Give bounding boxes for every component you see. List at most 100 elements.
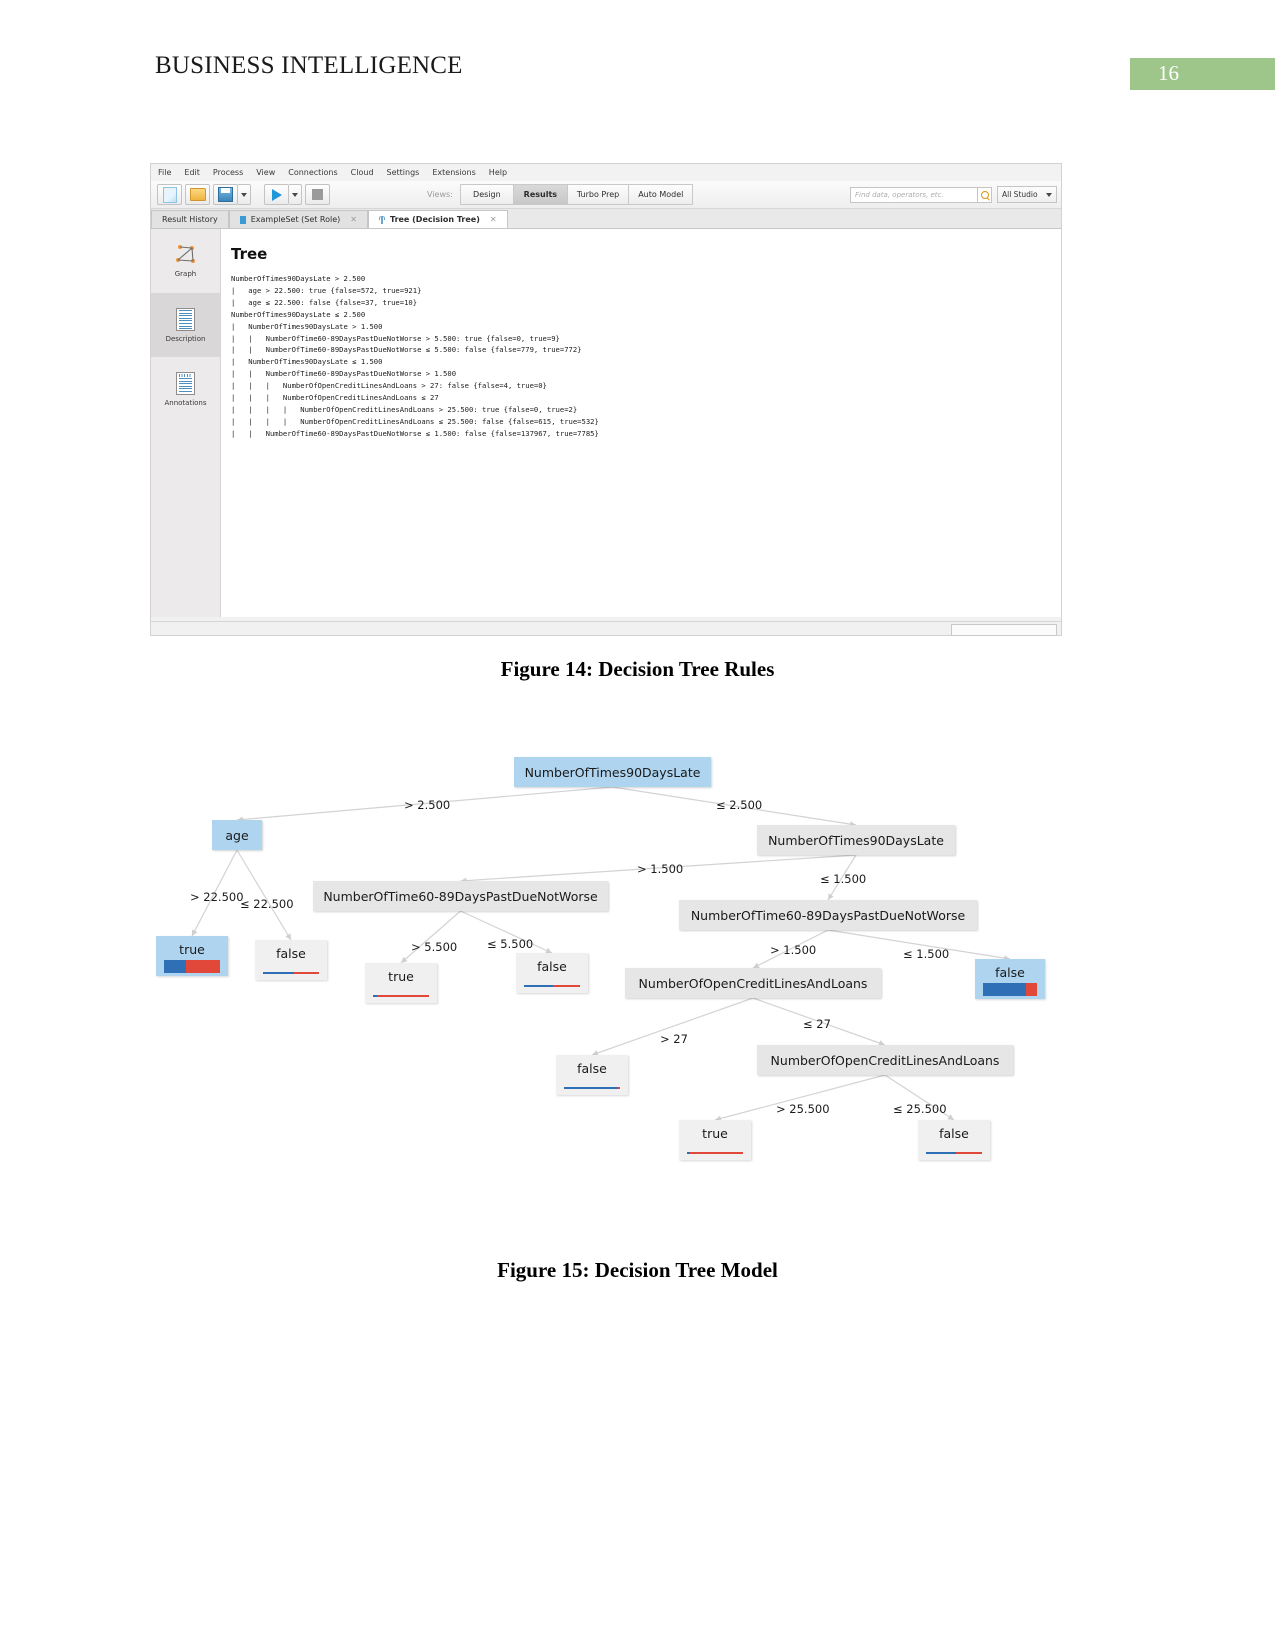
description-icon xyxy=(176,307,195,331)
leaf-bar-true-share xyxy=(293,972,319,974)
sidebar-item-graph[interactable]: Graph xyxy=(151,229,220,293)
save-process-button[interactable] xyxy=(213,184,238,205)
tab-decision-tree-label: Tree (Decision Tree) xyxy=(389,215,480,224)
tree-node-label: false xyxy=(537,959,567,974)
tab-decision-tree[interactable]: Tree (Decision Tree) ✕ xyxy=(367,210,508,228)
tree-split-node[interactable]: NumberOfTime60-89DaysPastDueNotWorse xyxy=(679,900,977,930)
tree-edge-label: ≤ 22.500 xyxy=(240,897,294,911)
run-dropdown-button[interactable] xyxy=(289,184,302,205)
open-process-button[interactable] xyxy=(185,184,210,205)
tree-leaf-node[interactable]: false xyxy=(255,940,327,980)
tree-split-node[interactable]: NumberOfTimes90DaysLate xyxy=(514,757,711,787)
tree-description-panel: Tree NumberOfTimes90DaysLate > 2.500 | a… xyxy=(221,229,1061,617)
tree-split-node[interactable]: NumberOfTimes90DaysLate xyxy=(757,825,955,855)
sidebar-item-annotations-label: Annotations xyxy=(164,398,207,407)
decision-tree-rules-text: NumberOfTimes90DaysLate > 2.500 | age > … xyxy=(231,274,599,438)
menu-item-process[interactable]: Process xyxy=(213,168,243,177)
view-tab-group: Design Results Turbo Prep Auto Model xyxy=(459,184,694,205)
view-tab-results[interactable]: Results xyxy=(513,184,568,205)
view-tab-design[interactable]: Design xyxy=(459,184,514,205)
search-area: Find data, operators, etc. All Studio xyxy=(850,186,1057,203)
tree-node-label: false xyxy=(939,1126,969,1141)
tree-leaf-node[interactable]: false xyxy=(516,953,588,993)
studio-selector[interactable]: All Studio xyxy=(997,186,1057,203)
menu-item-file[interactable]: File xyxy=(158,168,171,177)
tree-node-label: NumberOfTime60-89DaysPastDueNotWorse xyxy=(690,907,966,923)
tree-node-label: NumberOfTimes90DaysLate xyxy=(768,832,944,848)
play-icon xyxy=(271,188,282,201)
leaf-bar-true-share xyxy=(1026,983,1037,996)
new-process-icon xyxy=(162,186,177,203)
tree-node-label: true xyxy=(702,1126,728,1141)
menu-item-edit[interactable]: Edit xyxy=(184,168,200,177)
leaf-bar-false-share xyxy=(926,1152,957,1154)
tree-leaf-node[interactable]: true xyxy=(365,963,437,1003)
tree-split-node[interactable]: NumberOfTime60-89DaysPastDueNotWorse xyxy=(313,881,608,911)
tree-node-label: true xyxy=(388,969,414,984)
menu-bar: File Edit Process View Connections Cloud… xyxy=(151,164,1061,181)
menu-item-connections[interactable]: Connections xyxy=(288,168,337,177)
studio-selector-label: All Studio xyxy=(1002,190,1038,199)
tree-split-node[interactable]: NumberOfOpenCreditLinesAndLoans xyxy=(625,968,881,998)
tree-leaf-node[interactable]: false xyxy=(556,1055,628,1095)
close-icon[interactable]: ✕ xyxy=(490,215,497,224)
tree-edge-label: ≤ 2.500 xyxy=(716,798,763,812)
tab-result-history-label: Result History xyxy=(162,215,218,224)
menu-item-extensions[interactable]: Extensions xyxy=(432,168,475,177)
tree-node-label: false xyxy=(276,946,306,961)
sidebar-item-annotations[interactable]: Annotations xyxy=(151,357,220,421)
menu-item-cloud[interactable]: Cloud xyxy=(351,168,374,177)
sidebar-item-graph-label: Graph xyxy=(174,270,197,278)
chevron-down-icon xyxy=(292,192,298,197)
menu-item-help[interactable]: Help xyxy=(489,168,507,177)
tree-node-label: false xyxy=(577,1061,607,1076)
page-header: BUSINESS INTELLIGENCE 16 xyxy=(0,52,1275,92)
sidebar-item-description[interactable]: Description xyxy=(151,293,220,357)
tree-node-label: NumberOfTime60-89DaysPastDueNotWorse xyxy=(323,888,598,904)
chevron-down-icon xyxy=(1046,192,1052,197)
toolbar: Views: Design Results Turbo Prep Auto Mo… xyxy=(151,181,1061,209)
leaf-distribution-bar xyxy=(983,983,1037,996)
tab-exampleset[interactable]: ExampleSet (Set Role) ✕ xyxy=(228,210,368,228)
search-button[interactable] xyxy=(978,186,992,203)
tree-node-label: true xyxy=(179,942,205,957)
view-sidebar: Graph Description Annotations xyxy=(151,229,221,617)
view-tab-auto-model[interactable]: Auto Model xyxy=(629,184,694,205)
menu-item-settings[interactable]: Settings xyxy=(387,168,420,177)
magnifier-icon xyxy=(978,188,991,201)
rapidminer-window: File Edit Process View Connections Cloud… xyxy=(150,163,1062,636)
stop-process-button[interactable] xyxy=(305,184,330,205)
close-icon[interactable]: ✕ xyxy=(350,215,357,224)
open-folder-icon xyxy=(189,188,206,201)
graph-icon xyxy=(175,244,197,266)
status-progress-box xyxy=(951,624,1057,636)
tree-leaf-node[interactable]: false xyxy=(918,1120,990,1160)
tree-leaf-node[interactable]: true xyxy=(679,1120,751,1160)
leaf-distribution-bar xyxy=(564,1087,620,1089)
tree-leaf-node[interactable]: true xyxy=(156,936,228,976)
tab-exampleset-label: ExampleSet (Set Role) xyxy=(250,215,341,224)
run-process-button[interactable] xyxy=(264,184,289,205)
save-dropdown-button[interactable] xyxy=(238,184,251,205)
search-input[interactable]: Find data, operators, etc. xyxy=(850,186,978,203)
tree-leaf-node[interactable]: false xyxy=(975,959,1045,999)
tab-result-history[interactable]: Result History xyxy=(151,210,229,228)
tree-split-node[interactable]: age xyxy=(212,820,262,850)
tree-split-node[interactable]: NumberOfOpenCreditLinesAndLoans xyxy=(757,1045,1013,1075)
tree-node-label: NumberOfOpenCreditLinesAndLoans xyxy=(638,975,868,991)
leaf-bar-false-share xyxy=(263,972,294,974)
views-label: Views: xyxy=(427,190,453,199)
search-placeholder: Find data, operators, etc. xyxy=(855,190,944,199)
tree-edge-label: ≤ 25.500 xyxy=(893,1102,947,1116)
leaf-bar-false-share xyxy=(983,983,1027,996)
leaf-bar-true-share xyxy=(377,995,429,997)
page-number: 16 xyxy=(1158,61,1179,85)
result-body: Graph Description Annotations Tree Numbe… xyxy=(151,229,1061,617)
view-tab-turbo-prep[interactable]: Turbo Prep xyxy=(567,184,630,205)
decision-tree-diagram: NumberOfTimes90DaysLate age NumberOfTimes9… xyxy=(0,740,1275,1220)
status-bar xyxy=(151,621,1061,636)
leaf-bar-true-share xyxy=(186,960,220,973)
tree-edge-label: ≤ 1.500 xyxy=(903,947,950,961)
new-process-button[interactable] xyxy=(157,184,182,205)
menu-item-view[interactable]: View xyxy=(256,168,275,177)
